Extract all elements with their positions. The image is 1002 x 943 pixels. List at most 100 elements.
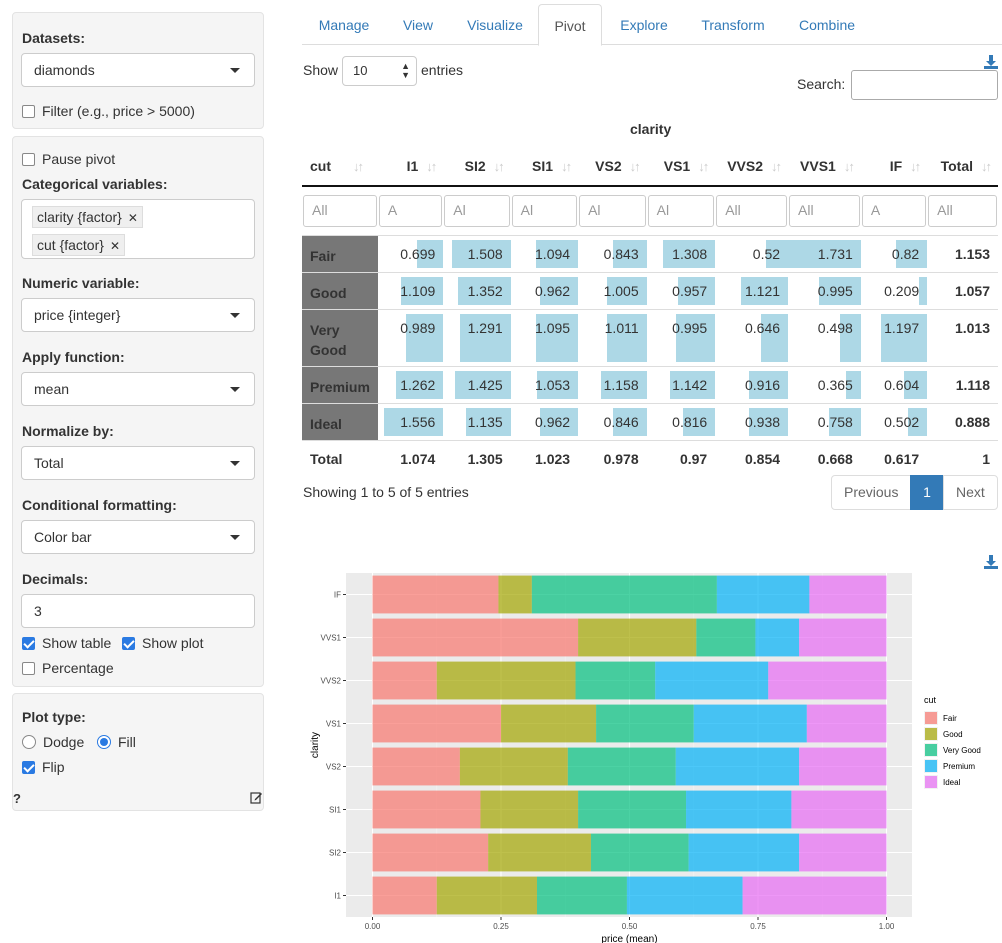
- table-cell: 0.995: [788, 272, 861, 310]
- flip-row[interactable]: Flip: [22, 759, 65, 775]
- entries-select[interactable]: 10 ▲ ▼: [342, 56, 417, 86]
- cell-value: 1.158: [603, 377, 639, 393]
- cell-value: 1.425: [467, 377, 503, 393]
- bar-segment: [488, 833, 591, 872]
- column-filter-cell: Al: [443, 186, 510, 236]
- tab-explore[interactable]: Explore: [618, 4, 670, 45]
- conditional-formatting-select[interactable]: Color bar: [21, 520, 255, 554]
- percentage-checkbox[interactable]: [22, 661, 35, 675]
- categorical-tag-cut: cut {factor} ✕: [32, 234, 125, 256]
- column-filter-input[interactable]: All: [303, 195, 377, 227]
- x-tick-label: 0.25: [493, 922, 509, 931]
- tag-label: cut {factor}: [37, 237, 104, 253]
- cell-value: 1.094: [535, 246, 571, 262]
- next-button[interactable]: Next: [943, 475, 998, 510]
- filter-checkbox-row[interactable]: Filter (e.g., price > 5000): [22, 103, 195, 119]
- percentage-row[interactable]: Percentage: [22, 660, 114, 676]
- col-header-vvs2[interactable]: VVS2 ↓↑: [715, 146, 789, 187]
- download-table-icon[interactable]: [984, 55, 998, 69]
- show-table-checkbox[interactable]: [22, 636, 35, 650]
- col-header-cut[interactable]: cut ↓↑: [302, 146, 378, 187]
- normalize-select[interactable]: Total: [21, 446, 255, 480]
- tab-manage[interactable]: Manage: [318, 4, 370, 45]
- pivot-table-body: All A Al Al Al Al All All A All Fair 0.699 1.508 1.0…: [302, 186, 998, 478]
- column-filter-cell: All: [927, 186, 998, 236]
- col-label: SI2: [464, 157, 486, 174]
- table-cell: 0.995: [646, 309, 716, 367]
- bar-segment: [799, 747, 887, 786]
- chevron-down-icon: [230, 535, 240, 540]
- col-header-if[interactable]: IF ↓↑: [860, 146, 928, 187]
- y-tick-label: VVS1: [321, 634, 342, 643]
- cell-value: 0.962: [535, 283, 571, 299]
- remove-tag-icon[interactable]: ✕: [110, 239, 120, 253]
- grand-total: 1: [927, 440, 998, 478]
- table-cell: 1.352: [443, 272, 511, 310]
- col-header-total[interactable]: Total ↓↑: [927, 146, 998, 187]
- column-filter-input[interactable]: All: [928, 195, 997, 227]
- legend-swatch: [925, 728, 937, 740]
- remove-tag-icon[interactable]: ✕: [128, 211, 138, 225]
- edit-report-icon[interactable]: [250, 791, 263, 804]
- flip-checkbox[interactable]: [22, 760, 35, 774]
- col-header-vvs1[interactable]: VVS1 ↓↑: [788, 146, 861, 187]
- apply-function-select[interactable]: mean: [21, 372, 255, 406]
- datasets-label: Datasets:: [22, 30, 86, 46]
- bar-segment: [799, 618, 887, 657]
- table-cell: 0.962: [510, 403, 579, 441]
- help-icon[interactable]: ?: [13, 791, 21, 806]
- page-1-button[interactable]: 1: [910, 475, 944, 510]
- tab-combine[interactable]: Combine: [796, 4, 858, 45]
- bar-segment: [459, 747, 568, 786]
- dataset-select[interactable]: diamonds: [21, 53, 255, 87]
- search-input[interactable]: [851, 70, 998, 100]
- tab-transform[interactable]: Transform: [700, 4, 766, 45]
- column-filter-input[interactable]: A: [861, 195, 927, 227]
- chevron-down-icon: [230, 68, 240, 73]
- x-axis-label: price (mean): [601, 934, 657, 943]
- y-tick-label: VS2: [326, 763, 342, 772]
- cell-value: 1.308: [672, 246, 708, 262]
- col-header-i1[interactable]: I1 ↓↑: [377, 146, 444, 187]
- dodge-radio-row[interactable]: Dodge: [22, 734, 84, 750]
- column-filter-input[interactable]: Al: [444, 195, 510, 227]
- decimals-input[interactable]: 3: [21, 594, 255, 628]
- column-filter-input[interactable]: Al: [647, 195, 715, 227]
- table-cell: 1.425: [443, 366, 511, 404]
- column-filter-input[interactable]: A: [378, 195, 443, 227]
- column-filter-input[interactable]: All: [789, 195, 860, 227]
- filter-label: Filter (e.g., price > 5000): [42, 103, 195, 119]
- tab-visualize[interactable]: Visualize: [465, 4, 525, 45]
- apply-function-label: Apply function:: [22, 349, 125, 365]
- col-header-si1[interactable]: SI1 ↓↑: [510, 146, 579, 187]
- col-header-si2[interactable]: SI2 ↓↑: [443, 146, 511, 187]
- column-filter-input[interactable]: Al: [579, 195, 646, 227]
- pause-pivot-row[interactable]: Pause pivot: [22, 151, 115, 167]
- table-cell: 0.209: [860, 272, 928, 310]
- col-header-vs1[interactable]: VS1 ↓↑: [646, 146, 716, 187]
- show-plot-row[interactable]: Show plot: [122, 635, 203, 651]
- categorical-variables-input[interactable]: clarity {factor} ✕ cut {factor} ✕: [21, 199, 255, 259]
- column-filter-input[interactable]: Al: [511, 195, 578, 227]
- dodge-radio[interactable]: [22, 735, 36, 749]
- row-total: 0.888: [927, 403, 998, 441]
- search-label: Search:: [797, 76, 846, 92]
- fill-radio-row[interactable]: Fill: [97, 734, 136, 750]
- previous-button[interactable]: Previous: [831, 475, 911, 510]
- bar-segment: [578, 790, 687, 829]
- col-label: SI1: [532, 157, 554, 174]
- col-header-vs2[interactable]: VS2 ↓↑: [578, 146, 647, 187]
- pause-pivot-checkbox[interactable]: [22, 152, 35, 166]
- decimals-value: 3: [34, 603, 42, 619]
- show-table-row[interactable]: Show table: [22, 635, 111, 651]
- bar-segment: [799, 833, 887, 872]
- show-plot-checkbox[interactable]: [122, 636, 135, 650]
- cell-value: 1.352: [467, 283, 503, 299]
- column-filter-cell: Al: [647, 186, 716, 236]
- fill-radio[interactable]: [97, 735, 111, 749]
- tab-pivot[interactable]: Pivot: [538, 4, 602, 46]
- filter-checkbox[interactable]: [22, 104, 35, 118]
- column-filter-input[interactable]: All: [716, 195, 788, 227]
- tab-view[interactable]: View: [401, 4, 435, 45]
- numeric-variable-select[interactable]: price {integer}: [21, 298, 255, 332]
